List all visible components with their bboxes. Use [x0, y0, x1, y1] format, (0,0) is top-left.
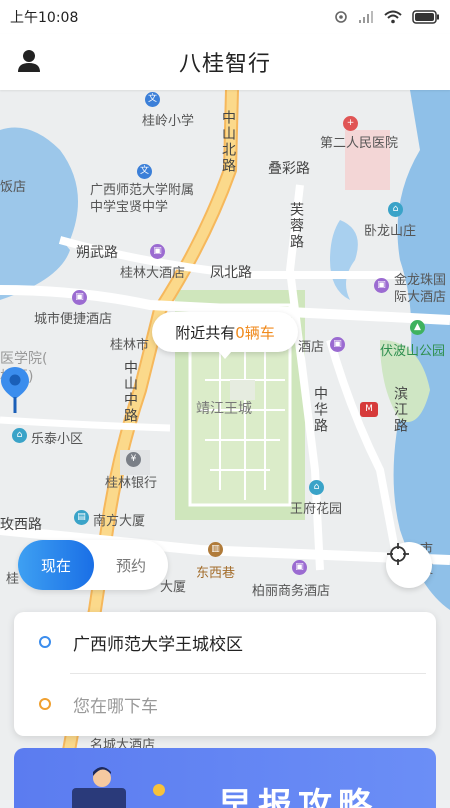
poi-fuboshan-label: 伏波山公园 [380, 344, 446, 359]
road-label-zhongshan-north: 中山北路 [220, 110, 236, 174]
battery-icon [412, 10, 439, 24]
book-tab-label: 预约 [115, 556, 146, 575]
poi-city-hotel-label: 城市便捷酒店 [34, 312, 113, 327]
poi-wangfu[interactable]: ⌂ [309, 480, 324, 495]
book-tab[interactable]: 预约 [94, 555, 168, 576]
poi-gui-label: 桂 [6, 572, 20, 587]
poi-city-hotel[interactable]: ▣ [72, 290, 87, 305]
wifi-icon [384, 10, 402, 24]
metro-icon: M [360, 402, 378, 417]
poi-dongxi-label: 东西巷 [196, 566, 236, 581]
status-bar: 上午10:08 [0, 0, 450, 34]
promo-banner[interactable]: 早报攻略 [14, 748, 436, 808]
road-label-meixi: 玫西路 [0, 517, 42, 533]
road-label-zhongshan-middle: 中山中路 [122, 360, 138, 424]
pickup-address: 广西师范大学王城校区 [73, 634, 243, 655]
nearby-cars-count: 0辆车 [235, 323, 275, 342]
nearby-cars-prefix: 附近共有 [175, 323, 236, 342]
poi-guiling-school-label: 桂岭小学 [142, 114, 195, 129]
poi-nanfang[interactable]: ▤ [74, 510, 89, 525]
poi-hospital[interactable]: + [343, 116, 358, 131]
poi-guilin-hotel[interactable]: ▣ [150, 244, 165, 259]
poi-wangfu-label: 王府花园 [290, 502, 343, 517]
poi-dasha-label: 大厦 [160, 580, 187, 595]
poi-fuboshan[interactable]: ▲ [410, 320, 425, 335]
now-tab-label: 现在 [40, 556, 71, 575]
banner-illustration-icon [72, 767, 165, 808]
residence-icon: ⌂ [388, 202, 403, 217]
poi-letai-label: 乐泰小区 [31, 432, 84, 447]
poi-wolongshan[interactable]: ⌂ [388, 202, 403, 217]
poi-hospital-label: 第二人民医院 [320, 136, 399, 151]
pickup-dot-icon [39, 636, 51, 648]
status-time: 上午10:08 [10, 10, 79, 26]
poi-wolongshan-label: 卧龙山庄 [364, 224, 417, 239]
hotel-icon: ▣ [330, 337, 345, 352]
hotel-icon: ▣ [374, 278, 389, 293]
poi-jingjiang-label: 靖江王城 [196, 401, 252, 417]
poi-letai[interactable]: ⌂ [12, 428, 27, 443]
status-icons [334, 10, 440, 24]
address-card: 广西师范大学王城校区 您在哪下车 [14, 612, 436, 736]
poi-jinlongzhu-label: 金龙珠国际大酒店 [394, 273, 447, 305]
park-icon: ▲ [410, 320, 425, 335]
signal-icon [359, 11, 373, 23]
landmark-icon: ▥ [208, 542, 223, 557]
poi-gxnu-school-label: 广西师范大学附属中学宝贤中学 [90, 183, 195, 215]
hotel-icon: ▣ [150, 244, 165, 259]
school-icon: 文 [145, 92, 160, 107]
dropoff-dot-icon [39, 698, 51, 710]
poi-berry-hotel-label: 柏丽商务酒店 [252, 584, 331, 599]
road-label-furong: 芙蓉路 [288, 202, 304, 250]
poi-hotel-right-label: 酒店 [298, 340, 325, 355]
poi-jinlongzhu[interactable]: ▣ [374, 278, 389, 293]
dropoff-placeholder: 您在哪下车 [73, 696, 158, 717]
school-icon: 文 [137, 164, 152, 179]
hospital-icon: + [343, 116, 358, 131]
profile-icon[interactable] [16, 48, 42, 74]
poi-guilin-hotel-label: 桂林大酒店 [120, 266, 186, 281]
residence-icon: ⌂ [309, 480, 324, 495]
page-title: 八桂智行 [178, 52, 271, 77]
road-label-shuowu: 朔武路 [76, 245, 118, 261]
poi-berry-hotel[interactable]: ▣ [292, 560, 307, 575]
locate-button[interactable] [386, 542, 432, 588]
nearby-cars-bubble: 附近共有 0辆车 [152, 312, 298, 359]
poi-hotel-right[interactable]: ▣ [330, 337, 345, 352]
poi-fandian-label: 饭店 [0, 180, 27, 195]
banner-text: 早报攻略 [218, 786, 378, 808]
building-icon: ▤ [74, 510, 89, 525]
now-tab[interactable]: 现在 [18, 540, 94, 590]
dropoff-field[interactable]: 您在哪下车 [14, 674, 436, 734]
road-label-binjiang: 滨江路 [392, 386, 408, 434]
hotel-icon: ▣ [292, 560, 307, 575]
road-label-zhonghua: 中华路 [312, 386, 328, 434]
poi-gxnu-school[interactable]: 文 [137, 164, 152, 179]
road-label-diecai: 叠彩路 [268, 161, 310, 177]
poi-guiling-school[interactable]: 文 [145, 92, 160, 107]
road-label-fengbei: 凤北路 [210, 265, 252, 281]
poi-guilin-city-label: 桂林市 [110, 338, 150, 353]
crosshair-icon [387, 543, 409, 565]
hotel-icon: ▣ [72, 290, 87, 305]
time-mode-toggle[interactable]: 现在 预约 [18, 540, 168, 590]
bank-icon: ¥ [126, 452, 141, 467]
pickup-field[interactable]: 广西师范大学王城校区 [14, 612, 436, 672]
metro-station[interactable]: M [360, 402, 378, 417]
residence-icon: ⌂ [12, 428, 27, 443]
location-pin-icon[interactable] [0, 365, 30, 415]
poi-guilin-bank-label: 桂林银行 [105, 476, 158, 491]
poi-guilin-bank[interactable]: ¥ [126, 452, 141, 467]
app-bar: 八桂智行 [0, 34, 450, 90]
location-status-icon [335, 11, 347, 23]
poi-nanfang-label: 南方大厦 [93, 514, 146, 529]
poi-dongxi[interactable]: ▥ [208, 542, 223, 557]
